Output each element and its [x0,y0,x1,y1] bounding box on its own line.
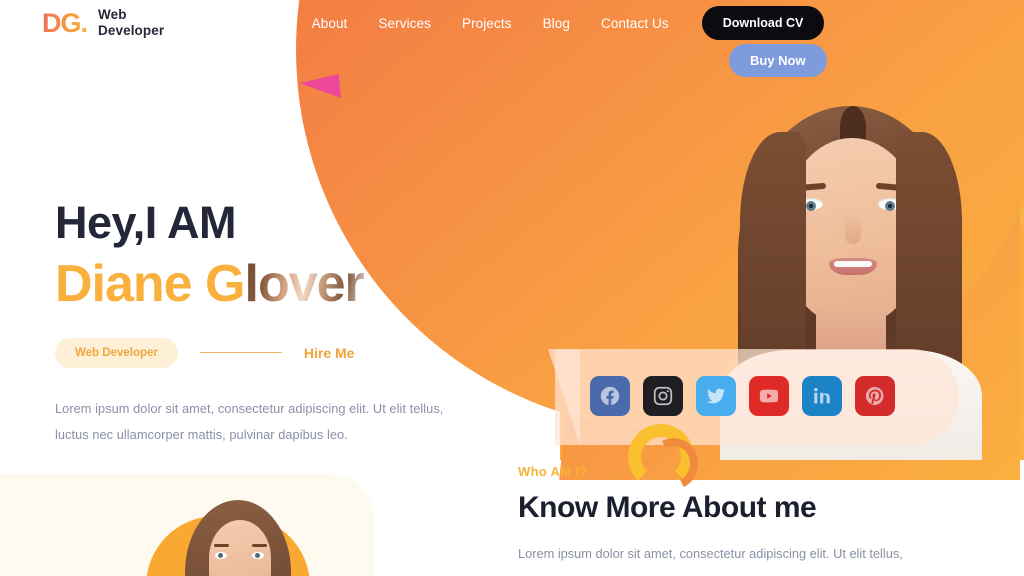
social-facebook-button[interactable] [590,376,630,416]
hero-name: Diane Glover [55,257,525,312]
pink-arrow-icon [298,73,342,103]
social-twitter-button[interactable] [696,376,736,416]
logo-mark: DG. [42,7,88,38]
buy-now-button[interactable]: Buy Now [729,44,827,77]
nav-item-projects[interactable]: Projects [462,16,512,31]
site-header: DG. Web Developer Home About Services Pr… [0,0,1024,46]
hero-name-textured: lover [244,255,365,313]
about-photo-card [0,474,374,576]
page-root: DG. Web Developer Home About Services Pr… [0,0,1024,576]
social-links [590,376,895,416]
about-section: Who AM I? Know More About me Lorem ipsum… [518,464,1024,566]
pinterest-icon [865,386,884,406]
logo-text-line2: Developer [98,23,165,38]
logo-text-line1: Web [98,6,127,22]
logo-text: Web Developer [98,7,164,40]
hire-me-link[interactable]: Hire Me [304,345,355,361]
about-portrait-eye [252,552,264,559]
about-portrait-eyebrow [214,544,229,547]
hero-text-block: Hey,I AM Diane Glover Web Developer Hire… [55,200,525,448]
instagram-icon [653,386,673,406]
hero-paragraph-line2: luctus nec ullamcorper mattis, pulvinar … [55,426,348,442]
social-youtube-button[interactable] [749,376,789,416]
main-navigation: Home About Services Projects Blog Contac… [244,16,669,31]
about-paragraph: Lorem ipsum dolor sit amet, consectetur … [518,546,903,561]
youtube-icon [759,389,779,403]
nav-item-home[interactable]: Home [244,16,280,31]
nav-item-about[interactable]: About [312,16,348,31]
nav-item-services[interactable]: Services [378,16,431,31]
about-portrait-eye [215,552,227,559]
nav-item-contact-us[interactable]: Contact Us [601,16,669,31]
web-developer-badge[interactable]: Web Developer [55,337,178,368]
hero-greeting: Hey,I AM [55,197,237,248]
linkedin-icon [814,387,830,404]
download-cv-button[interactable]: Download CV [701,6,825,40]
facebook-icon [600,386,620,406]
portrait-mouth [829,258,877,275]
hero-paragraph-line1: Lorem ipsum dolor sit amet, consectetur … [55,400,444,416]
hero-name-plain: Diane G [55,255,245,313]
divider-line [199,351,282,354]
hero-meta-row: Web Developer Hire Me [55,337,525,368]
logo[interactable]: DG. Web Developer [42,7,164,40]
hero-paragraph: Lorem ipsum dolor sit amet, consectetur … [55,396,525,448]
portrait-nose [845,214,861,244]
nav-item-blog[interactable]: Blog [543,16,570,31]
about-eyebrow: Who AM I? [518,464,588,479]
about-title: Know More About me [518,491,817,524]
social-instagram-button[interactable] [643,376,683,416]
social-pinterest-button[interactable] [855,376,895,416]
social-linkedin-button[interactable] [802,376,842,416]
twitter-icon [706,388,726,404]
about-portrait-eyebrow [252,544,267,547]
